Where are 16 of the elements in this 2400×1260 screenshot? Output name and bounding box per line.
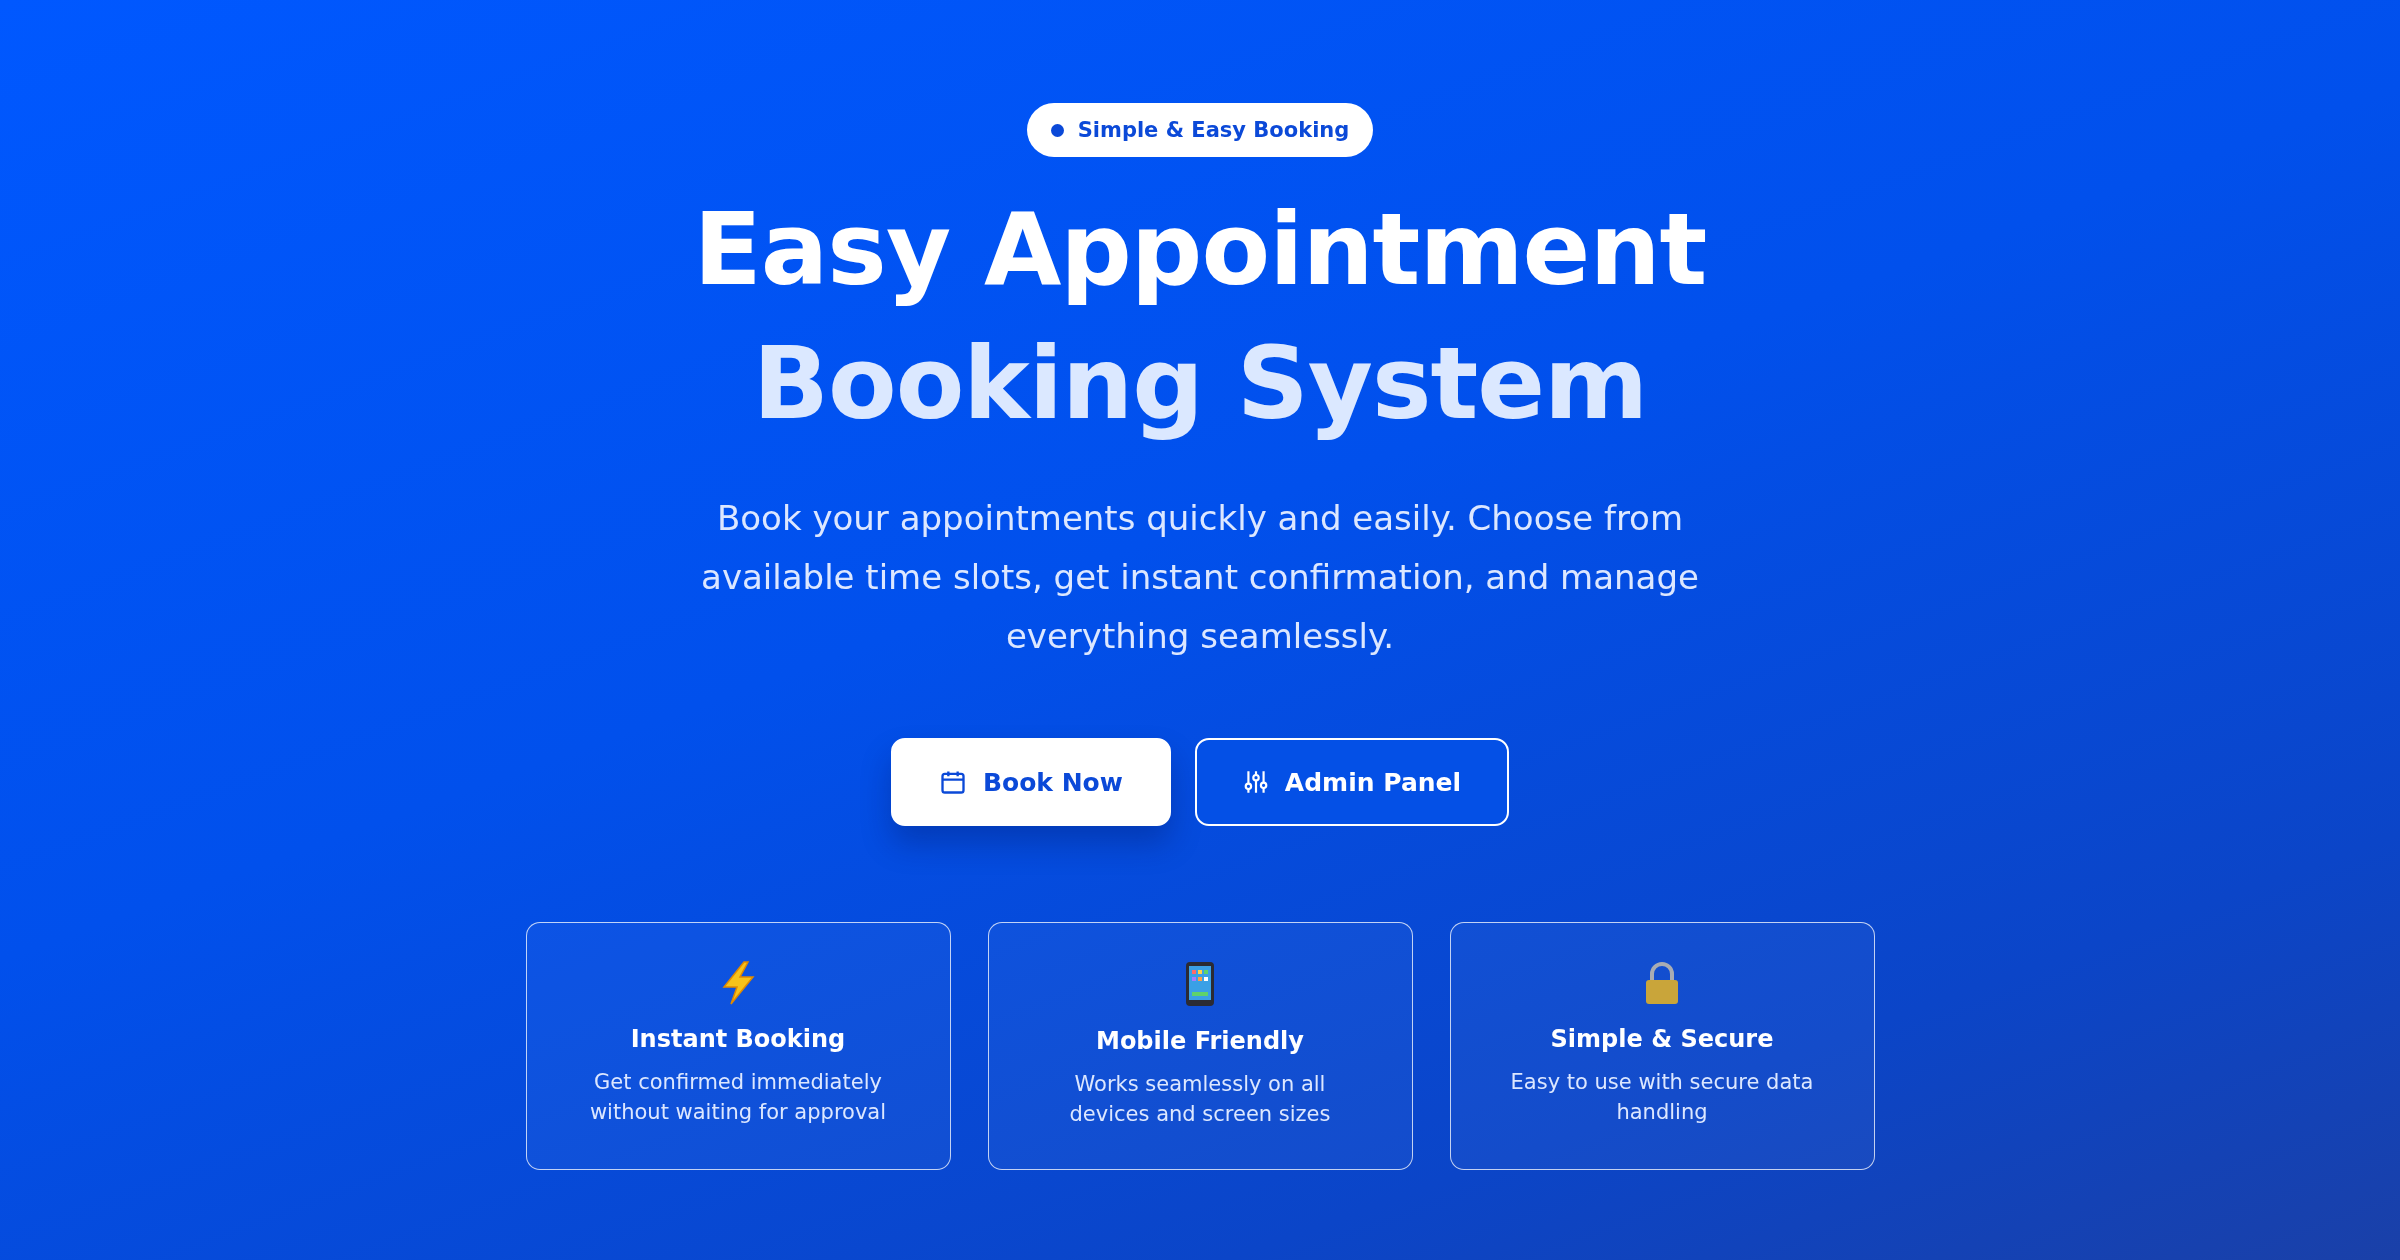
lock-icon: [1643, 961, 1681, 1005]
feature-title: Instant Booking: [630, 1025, 846, 1053]
headline: Easy Appointment: [693, 190, 1707, 310]
feature-text: Works seamlessly on all devices and screen sizes: [1068, 1071, 1332, 1128]
sliders-icon: [1242, 768, 1269, 796]
feature-title: Mobile Friendly: [1096, 1027, 1304, 1055]
headline: Booking System: [752, 324, 1648, 444]
feature-text: Get confirmed immediately without waiting for approval: [588, 1069, 888, 1126]
badge-label: Simple & Easy Booking: [1077, 118, 1350, 142]
feature-text: Easy to use with secure data handling: [1509, 1069, 1815, 1126]
phone-icon: [1185, 961, 1215, 1007]
dot-icon: [1050, 123, 1064, 137]
panel-button[interactable]: Admin Panel: [1194, 738, 1510, 826]
book-button[interactable]: Book Now: [890, 738, 1171, 826]
feature-title: Simple & Secure: [1550, 1025, 1774, 1053]
description: Book your appointments quickly and easily. Choose from available time slots, get instant confirmation, and manage everything seamlessly.: [700, 497, 1700, 658]
